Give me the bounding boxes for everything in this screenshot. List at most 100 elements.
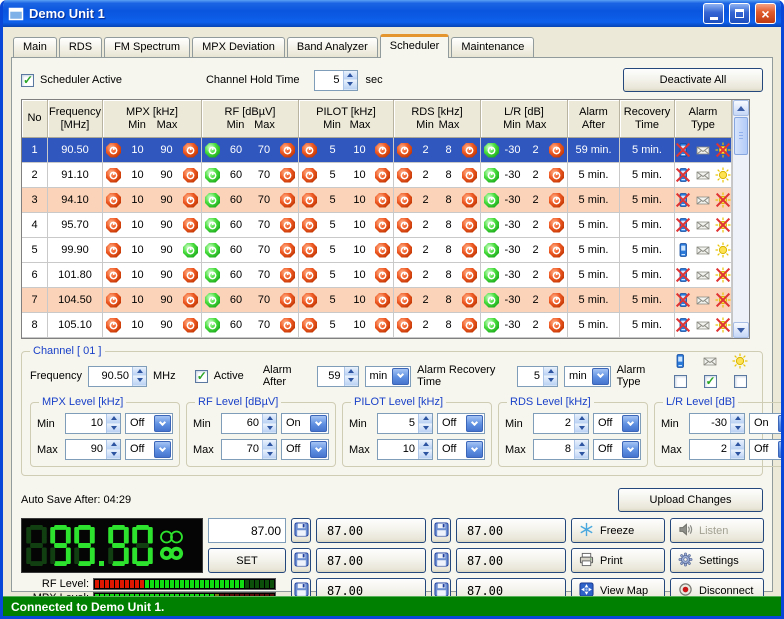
tab-fm-spectrum[interactable]: FM Spectrum <box>104 37 190 57</box>
spin-up-icon[interactable] <box>345 367 358 377</box>
level-min-stepper[interactable]: 10 <box>65 413 121 434</box>
dropdown-button[interactable] <box>622 441 639 458</box>
spin-up-icon[interactable] <box>263 414 276 424</box>
table-scrollbar[interactable] <box>732 100 749 338</box>
level-max-stepper[interactable]: 8 <box>533 439 589 460</box>
preset-button[interactable]: 87.00 <box>456 518 566 543</box>
spin-down-icon[interactable] <box>107 450 120 460</box>
spin-up-icon[interactable] <box>107 414 120 424</box>
alarm-lamp-checkbox[interactable] <box>734 375 747 388</box>
table-row[interactable]: 2 91.10 1090 6070 510 28 -302 5 min. 5 m… <box>22 163 749 188</box>
alarm-after-stepper[interactable]: 59 <box>317 366 358 387</box>
table-row[interactable]: 6 101.80 1090 6070 510 28 -302 5 min. 5 … <box>22 263 749 288</box>
minimize-button[interactable] <box>703 3 724 24</box>
spin-up-icon[interactable] <box>575 440 588 450</box>
level-max-stepper[interactable]: 90 <box>65 439 121 460</box>
level-max-mode-select[interactable]: Off <box>437 439 485 460</box>
spin-down-icon[interactable] <box>544 376 557 386</box>
spin-down-icon[interactable] <box>344 80 357 90</box>
spin-down-icon[interactable] <box>419 424 432 434</box>
level-max-mode-select[interactable]: Off <box>125 439 173 460</box>
freeze-button[interactable]: Freeze <box>571 518 665 543</box>
spin-up-icon[interactable] <box>263 440 276 450</box>
frequency-stepper[interactable]: 90.50 <box>88 366 147 387</box>
level-min-mode-select[interactable]: On <box>749 413 784 434</box>
table-row[interactable]: 5 99.90 1090 6070 510 28 -302 5 min. 5 m… <box>22 238 749 263</box>
dropdown-button[interactable] <box>310 441 327 458</box>
table-row[interactable]: 4 95.70 1090 6070 510 28 -302 5 min. 5 m… <box>22 213 749 238</box>
alarm-recovery-unit-select[interactable]: min <box>564 366 611 387</box>
dropdown-button[interactable] <box>466 441 483 458</box>
dropdown-button[interactable] <box>466 415 483 432</box>
set-button[interactable]: SET <box>208 548 286 573</box>
tab-maintenance[interactable]: Maintenance <box>451 37 534 57</box>
level-min-stepper[interactable]: 2 <box>533 413 589 434</box>
dropdown-button[interactable] <box>622 415 639 432</box>
level-min-mode-select[interactable]: On <box>281 413 329 434</box>
spin-up-icon[interactable] <box>731 414 744 424</box>
spin-down-icon[interactable] <box>731 450 744 460</box>
save-preset-button[interactable] <box>431 548 451 573</box>
spin-down-icon[interactable] <box>575 450 588 460</box>
scroll-thumb[interactable] <box>734 117 748 155</box>
spin-up-icon[interactable] <box>575 414 588 424</box>
alarm-mail-checkbox[interactable] <box>704 375 717 388</box>
tab-rds[interactable]: RDS <box>59 37 102 57</box>
maximize-button[interactable] <box>729 3 750 24</box>
spin-down-icon[interactable] <box>419 450 432 460</box>
spin-down-icon[interactable] <box>263 450 276 460</box>
spin-up-icon[interactable] <box>419 414 432 424</box>
level-max-stepper[interactable]: 70 <box>221 439 277 460</box>
dropdown-button[interactable] <box>778 415 784 432</box>
spin-up-icon[interactable] <box>419 440 432 450</box>
save-preset-button[interactable] <box>291 548 311 573</box>
tab-mpx-deviation[interactable]: MPX Deviation <box>192 37 285 57</box>
spin-down-icon[interactable] <box>133 376 146 386</box>
alarm-recovery-stepper[interactable]: 5 <box>517 366 558 387</box>
tab-band-analyzer[interactable]: Band Analyzer <box>287 37 378 57</box>
tune-frequency-input[interactable]: 87.00 <box>208 518 286 543</box>
level-max-mode-select[interactable]: Off <box>749 439 784 460</box>
level-min-stepper[interactable]: 5 <box>377 413 433 434</box>
spin-up-icon[interactable] <box>133 367 146 377</box>
dropdown-button[interactable] <box>154 415 171 432</box>
level-min-stepper[interactable]: -30 <box>689 413 745 434</box>
dropdown-button[interactable] <box>154 441 171 458</box>
table-row[interactable]: 1 90.50 1090 6070 510 28 -302 59 min. 5 … <box>22 138 749 163</box>
channel-active-checkbox[interactable] <box>195 370 208 383</box>
save-preset-button[interactable] <box>431 518 451 543</box>
level-min-mode-select[interactable]: Off <box>125 413 173 434</box>
listen-button[interactable]: Listen <box>670 518 764 543</box>
save-preset-button[interactable] <box>291 518 311 543</box>
scroll-down-icon[interactable] <box>733 322 749 338</box>
preset-button[interactable]: 87.00 <box>456 548 566 573</box>
dropdown-button[interactable] <box>392 368 409 385</box>
preset-button[interactable]: 87.00 <box>316 548 426 573</box>
dropdown-button[interactable] <box>778 441 784 458</box>
dropdown-button[interactable] <box>592 368 609 385</box>
spin-up-icon[interactable] <box>344 71 357 81</box>
table-row[interactable]: 8 105.10 1090 6070 510 28 -302 5 min. 5 … <box>22 313 749 338</box>
preset-button[interactable]: 87.00 <box>316 518 426 543</box>
level-max-stepper[interactable]: 10 <box>377 439 433 460</box>
spin-up-icon[interactable] <box>731 440 744 450</box>
level-min-mode-select[interactable]: Off <box>593 413 641 434</box>
channel-hold-time-stepper[interactable]: 5 <box>314 70 358 91</box>
deactivate-all-button[interactable]: Deactivate All <box>623 68 763 92</box>
spin-down-icon[interactable] <box>263 424 276 434</box>
tab-scheduler[interactable]: Scheduler <box>380 34 450 58</box>
settings-button[interactable]: Settings <box>670 548 764 573</box>
scroll-up-icon[interactable] <box>733 100 749 116</box>
level-max-mode-select[interactable]: Off <box>281 439 329 460</box>
spin-down-icon[interactable] <box>345 376 358 386</box>
level-min-stepper[interactable]: 60 <box>221 413 277 434</box>
spin-up-icon[interactable] <box>544 367 557 377</box>
level-max-mode-select[interactable]: Off <box>593 439 641 460</box>
table-row[interactable]: 3 94.10 1090 6070 510 28 -302 5 min. 5 m… <box>22 188 749 213</box>
scheduler-active-checkbox[interactable] <box>21 74 34 87</box>
close-button[interactable]: × <box>755 3 776 24</box>
level-min-mode-select[interactable]: Off <box>437 413 485 434</box>
alarm-after-unit-select[interactable]: min <box>365 366 412 387</box>
dropdown-button[interactable] <box>310 415 327 432</box>
spin-down-icon[interactable] <box>575 424 588 434</box>
